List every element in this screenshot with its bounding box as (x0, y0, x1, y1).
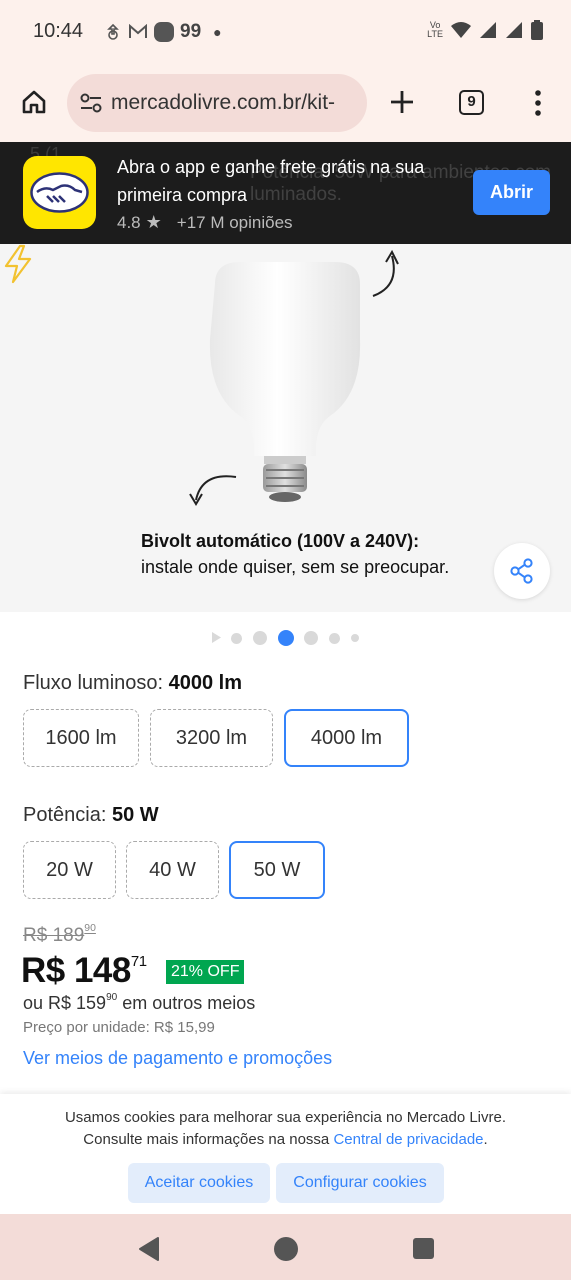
url-bar[interactable]: mercadolivre.com.br/kit- (67, 74, 367, 132)
site-settings-icon[interactable] (79, 92, 103, 114)
status-bar: 10:44 99 ● Vo LTE (0, 0, 571, 64)
flux-label: Fluxo luminoso: 4000 lm (23, 672, 243, 694)
wifi-icon (451, 22, 471, 38)
app-install-banner: 5 (1 Potência: 50W para ambientes com lu… (0, 142, 571, 244)
power-option-50w[interactable]: 50 W (229, 841, 325, 899)
battery-icon (531, 20, 543, 40)
notification-icons: 99 ● (104, 21, 222, 43)
banner-message: Abra o app e ganhe frete grátis na sua p… (117, 157, 425, 205)
alternative-price: ou R$ 15990 em outros meios (23, 992, 256, 1013)
power-option-40w[interactable]: 40 W (126, 841, 219, 899)
cookie-message: Usamos cookies para melhorar sua experiê… (64, 1109, 507, 1148)
signal-2-icon (506, 22, 522, 38)
tab-switcher-button[interactable]: 9 (459, 90, 484, 115)
back-icon[interactable] (136, 1236, 162, 1262)
carousel-indicator (0, 627, 571, 649)
unit-price: Preço por unidade: R$ 15,99 (23, 1019, 215, 1036)
power-label: Potência: 50 W (23, 804, 159, 826)
carousel-dot-active[interactable] (278, 630, 294, 646)
more-options-icon[interactable] (528, 88, 548, 118)
image-caption: Bivolt automático (100V a 240V): instale… (141, 528, 449, 580)
carousel-dot[interactable] (304, 631, 318, 645)
app-notification-icon (154, 22, 174, 42)
carousel-dot[interactable] (231, 633, 242, 644)
privacy-center-link[interactable]: Central de privacidade (333, 1131, 483, 1148)
carousel-prev-icon[interactable] (212, 632, 221, 643)
volte-icon: Vo LTE (427, 20, 443, 39)
notification-count: 99 (180, 21, 202, 42)
review-count: +17 M opiniões (176, 212, 293, 232)
recents-icon[interactable] (413, 1238, 434, 1259)
original-price: R$ 18990 (23, 923, 96, 946)
share-icon (510, 558, 533, 584)
discount-badge: 21% OFF (166, 960, 245, 984)
app-rating: 4.8 ★ +17 M opiniões (117, 212, 293, 233)
sync-icon (107, 23, 119, 40)
flux-option-3200[interactable]: 3200 lm (150, 709, 273, 767)
payment-methods-link[interactable]: Ver meios de pagamento e promoções (23, 1048, 332, 1069)
product-image[interactable]: Bivolt automático (100V a 240V): instale… (0, 244, 571, 612)
home-button-icon[interactable] (274, 1237, 298, 1261)
system-icons: Vo LTE (427, 20, 543, 40)
more-dot-icon: ● (213, 24, 222, 40)
power-selected-value: 50 W (111, 804, 159, 826)
flux-option-4000[interactable]: 4000 lm (284, 709, 409, 767)
url-text: mercadolivre.com.br/kit- (111, 91, 336, 114)
system-nav-bar (0, 1214, 571, 1280)
clock: 10:44 (33, 20, 84, 42)
gmail-icon (129, 24, 147, 38)
open-app-button[interactable]: Abrir (473, 170, 550, 215)
power-option-20w[interactable]: 20 W (23, 841, 116, 899)
lightning-icon (4, 244, 32, 284)
carousel-dot[interactable] (329, 633, 340, 644)
mercadolivre-logo-icon (23, 156, 96, 229)
browser-toolbar: mercadolivre.com.br/kit- 9 (0, 64, 571, 142)
share-button[interactable] (494, 543, 550, 599)
caption-text: instale onde quiser, sem se preocupar. (141, 557, 450, 577)
star-icon: ★ (145, 212, 162, 232)
carousel-dot[interactable] (351, 634, 359, 642)
new-tab-icon[interactable] (388, 88, 416, 116)
cookie-banner: Usamos cookies para melhorar sua experiê… (0, 1094, 571, 1214)
signal-icon (480, 22, 496, 38)
flux-selected-value: 4000 lm (168, 672, 243, 694)
home-icon[interactable] (20, 88, 48, 116)
accept-cookies-button[interactable]: Aceitar cookies (128, 1163, 270, 1203)
configure-cookies-button[interactable]: Configurar cookies (276, 1163, 444, 1203)
flux-option-1600[interactable]: 1600 lm (23, 709, 139, 767)
current-price: R$ 14871 (21, 951, 147, 990)
caption-bold: Bivolt automático (100V a 240V): (141, 531, 420, 551)
carousel-dot[interactable] (253, 631, 267, 645)
rating-value: 4.8 (117, 212, 141, 232)
